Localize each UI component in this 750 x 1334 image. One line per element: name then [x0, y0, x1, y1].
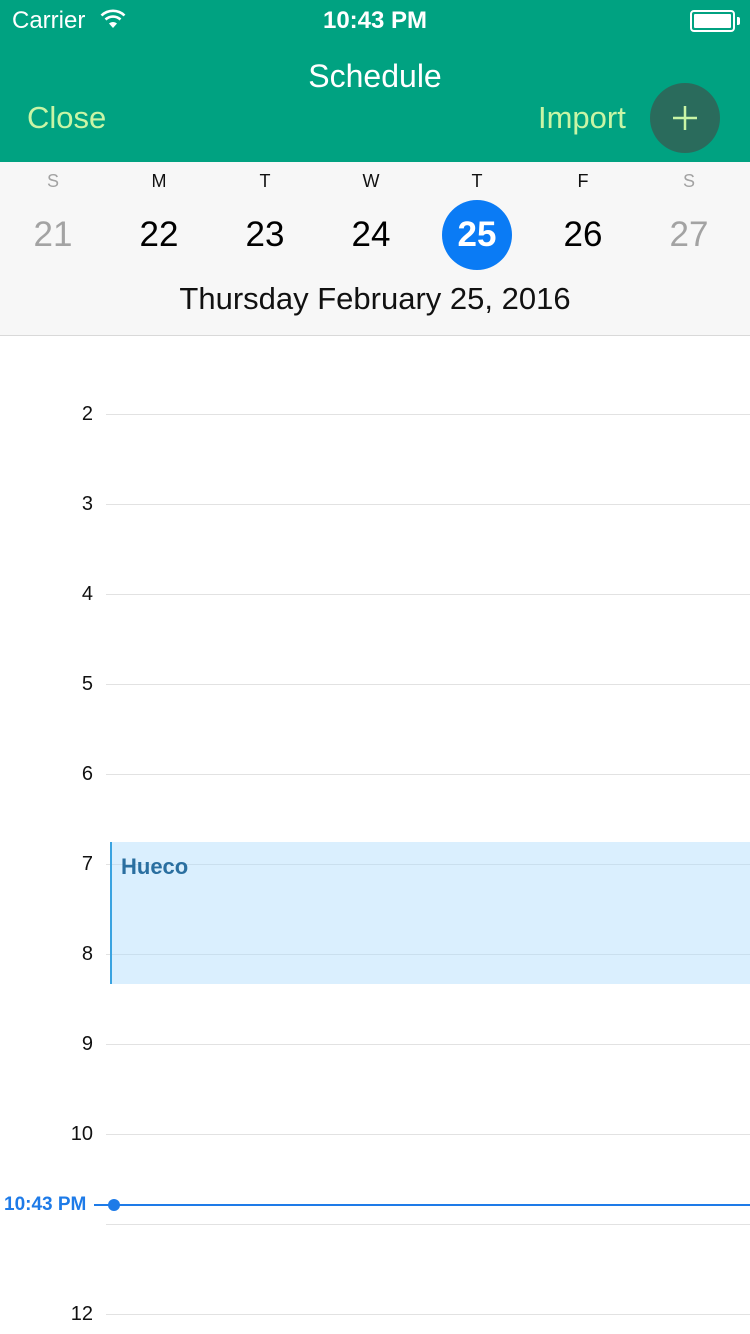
hour-divider	[106, 1224, 750, 1225]
day-letter: T	[259, 171, 271, 191]
day-letter: S	[46, 171, 59, 191]
current-time-line	[94, 1204, 750, 1206]
hour-row: 9	[0, 1029, 750, 1059]
plus-icon	[673, 106, 697, 130]
event-block[interactable]: Hueco	[110, 842, 750, 984]
day-letter: M	[151, 171, 167, 191]
header-bar: Carrier 10:43 PM Schedule Close Import	[0, 0, 750, 162]
close-button[interactable]: Close	[27, 100, 106, 136]
day-number: 23	[245, 215, 285, 254]
hour-divider	[106, 414, 750, 415]
current-time-dot	[108, 1199, 120, 1211]
day-number: 24	[351, 215, 391, 254]
hour-divider	[106, 1044, 750, 1045]
hour-divider	[106, 594, 750, 595]
hour-row: 6	[0, 759, 750, 789]
week-strip: S 21 M 22 T 23 W 24 T 25 F 26 S 27 Thurs…	[0, 162, 750, 336]
hour-row: 3	[0, 489, 750, 519]
day-number: 26	[563, 215, 603, 254]
hour-label: 12	[70, 1303, 93, 1325]
battery-icon	[690, 10, 740, 32]
day-tuesday[interactable]: T 23	[212, 162, 318, 277]
day-saturday[interactable]: S 27	[636, 162, 742, 277]
hour-label: 4	[81, 583, 93, 605]
day-letter: T	[471, 171, 483, 191]
day-number: 27	[669, 215, 709, 254]
day-wednesday[interactable]: W 24	[318, 162, 424, 277]
hour-row: 12	[0, 1299, 750, 1329]
hour-row: 10	[0, 1119, 750, 1149]
hour-row: 5	[0, 669, 750, 699]
day-number-selected: 25	[442, 200, 512, 270]
status-bar: Carrier 10:43 PM	[0, 0, 750, 40]
hour-label: 7	[81, 853, 93, 875]
hour-divider	[106, 774, 750, 775]
hour-divider	[106, 684, 750, 685]
event-title: Hueco	[121, 854, 189, 879]
hour-label: 5	[81, 673, 93, 695]
hour-row: 2	[0, 399, 750, 429]
day-number: 22	[139, 215, 179, 254]
selected-date-label: Thursday February 25, 2016	[179, 281, 571, 316]
day-letter: F	[577, 171, 589, 191]
day-letter: S	[682, 171, 695, 191]
current-time-indicator: 10:43 PM	[0, 1190, 750, 1220]
current-time-label: 10:43 PM	[4, 1194, 87, 1215]
day-number: 21	[33, 215, 73, 254]
page-title: Schedule	[308, 58, 442, 94]
hour-divider	[106, 1314, 750, 1315]
hour-label: 2	[81, 403, 93, 425]
hour-label: 9	[81, 1033, 93, 1055]
hour-label: 3	[81, 493, 93, 515]
hour-divider	[106, 504, 750, 505]
import-button[interactable]: Import	[538, 100, 626, 136]
day-monday[interactable]: M 22	[106, 162, 212, 277]
hour-row: 4	[0, 579, 750, 609]
day-thursday[interactable]: T 25	[424, 162, 530, 277]
status-time: 10:43 PM	[322, 7, 428, 34]
add-event-button[interactable]	[650, 83, 720, 153]
hour-label: 6	[81, 763, 93, 785]
day-letter: W	[362, 171, 380, 191]
hour-label: 8	[81, 943, 93, 965]
hour-divider	[106, 1134, 750, 1135]
hour-label: 10	[70, 1123, 93, 1145]
day-friday[interactable]: F 26	[530, 162, 636, 277]
day-timeline[interactable]: 2 3 4 5 6 7 8 9 10 12 Hueco 10:43 PM	[0, 337, 750, 1334]
day-sunday[interactable]: S 21	[0, 162, 106, 277]
